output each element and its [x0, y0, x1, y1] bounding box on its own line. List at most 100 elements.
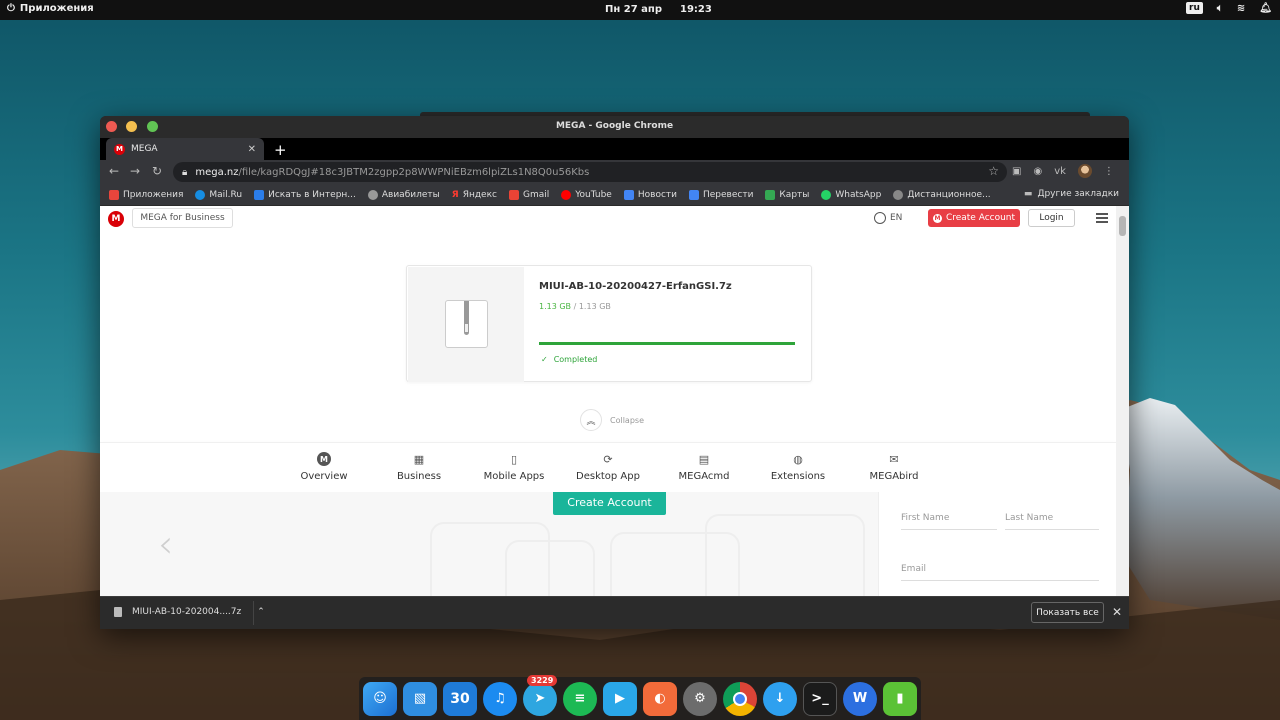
divider — [253, 601, 254, 625]
date-label: Пн 27 апр — [605, 4, 662, 15]
language-selector[interactable]: EN — [874, 212, 902, 224]
email-field[interactable]: Email — [901, 564, 1099, 581]
back-arrow-icon[interactable]: ← — [109, 164, 119, 178]
notes-app-icon[interactable]: ▧ — [403, 681, 437, 716]
forward-arrow-icon[interactable]: → — [130, 164, 140, 178]
double-chevron-up-icon[interactable]: ︽ — [580, 409, 602, 431]
bookmark-translate[interactable]: Перевести — [688, 189, 753, 200]
tab-strip: M MEGA ✕ + — [100, 138, 1129, 160]
feature-megabird[interactable]: ✉ MEGAbird — [849, 452, 939, 483]
keyboard-layout-indicator[interactable]: ru — [1186, 2, 1203, 14]
download-shelf: MIUI-AB-10-202004....7z ⌃ Показать все ✕ — [100, 596, 1129, 629]
scrollbar-thumb[interactable] — [1119, 216, 1126, 236]
photo-icon[interactable]: ◐ — [643, 681, 677, 716]
mega-circle-icon: M — [317, 452, 331, 466]
volume-icon[interactable]: 🔈︎ — [1217, 3, 1223, 14]
tab-close-icon[interactable]: ✕ — [248, 144, 256, 155]
checkmark-icon: ✓ — [541, 355, 548, 364]
sync-icon: ⟳ — [603, 452, 613, 466]
collapse-toggle[interactable]: ︽ Collapse — [580, 409, 644, 431]
bookmark-mailru[interactable]: Mail.Ru — [195, 189, 242, 200]
settings-gear-icon[interactable]: ⚙ — [683, 681, 717, 716]
bookmark-flights[interactable]: Авиабилеты — [367, 189, 440, 200]
bookmark-apps[interactable]: Приложения — [109, 189, 183, 200]
globe-icon — [874, 212, 886, 224]
download-progress-bar — [539, 342, 795, 345]
feature-megacmd[interactable]: ▤ MEGAcmd — [659, 452, 749, 483]
chevron-left-icon[interactable]: ‹ — [158, 522, 173, 566]
login-button[interactable]: Login — [1028, 209, 1075, 227]
bookmark-maps[interactable]: Карты — [765, 189, 809, 200]
first-name-field[interactable]: First Name — [901, 513, 997, 530]
clock[interactable]: Пн 27 апр 19:23 — [605, 4, 712, 15]
extension-vk-icon[interactable]: vk — [1054, 166, 1066, 177]
tab-title: MEGA — [131, 144, 158, 154]
download-item[interactable]: MIUI-AB-10-202004....7z ⌃ — [114, 607, 265, 617]
mega-for-business-button[interactable]: MEGA for Business — [132, 208, 233, 228]
create-account-button[interactable]: M Create Account — [928, 209, 1020, 227]
feature-desktop-app[interactable]: ⟳ Desktop App — [563, 452, 653, 483]
url-path: /file/kagRDQgJ#18c3JBTM2zgpp2p8WWPNiEBzm… — [238, 166, 590, 178]
address-bar[interactable]: 🔒︎ mega.nz/file/kagRDQgJ#18c3JBTM2zgpp2p… — [173, 162, 1007, 182]
calendar-icon[interactable]: 30 — [443, 681, 477, 716]
decor-shape — [505, 540, 595, 596]
bookmark-star-icon[interactable]: ☆ — [988, 164, 999, 178]
mega-page: M MEGA for Business EN M Create Account … — [100, 206, 1116, 596]
more-menu-icon[interactable]: ⋮ — [1104, 166, 1114, 177]
bookmark-yandex[interactable]: Я Яндекс — [452, 190, 497, 200]
video-editor-icon[interactable]: ▶ — [603, 681, 637, 716]
wps-office-icon[interactable]: W — [843, 681, 877, 716]
terminal-icon[interactable]: >_ — [803, 681, 837, 716]
spotify-icon[interactable]: ≡ — [563, 681, 597, 716]
bookmark-news[interactable]: Новости — [623, 189, 677, 200]
search-icon — [254, 189, 265, 200]
hamburger-menu-icon[interactable] — [1096, 213, 1108, 223]
extensions-area: ▣ ◉ vk ⋮ — [1012, 164, 1114, 178]
mega-logo-icon[interactable]: M — [108, 211, 124, 227]
terminal-icon: ▤ — [698, 452, 710, 466]
other-bookmarks[interactable]: ▬ Другие закладки — [1024, 189, 1119, 199]
page-scrollbar[interactable] — [1116, 206, 1129, 596]
feature-business[interactable]: ▦ Business — [374, 452, 464, 483]
finder-icon[interactable]: ☺ — [363, 681, 397, 716]
tab-mega[interactable]: M MEGA ✕ — [106, 138, 264, 160]
feature-extensions[interactable]: ◍ Extensions — [753, 452, 843, 483]
system-top-bar: ⏻ Приложения Пн 27 апр 19:23 ru 🔈︎ ≋ 🔔︎ — [0, 0, 1280, 20]
bookmark-search[interactable]: Искать в Интерн... — [254, 189, 356, 200]
dock: ☺ ▧ 30 ♫ 3229 ➤ ≡ ▶ ◐ ⚙ ↓ >_ W ▮ — [359, 674, 921, 720]
maps-icon — [765, 189, 776, 200]
create-account-cta-button[interactable]: Create Account — [553, 492, 666, 515]
last-name-field[interactable]: Last Name — [1005, 513, 1099, 530]
download-manager-icon[interactable]: ↓ — [763, 681, 797, 716]
bookmark-distance[interactable]: Дистанционное... — [893, 189, 991, 200]
file-name: MIUI-AB-10-20200427-ErfanGSI.7z — [539, 281, 732, 292]
notification-bell-icon[interactable]: 🔔︎ — [1259, 3, 1272, 14]
news-icon — [623, 189, 634, 200]
time-label: 19:23 — [679, 4, 712, 15]
file-thumbnail — [408, 267, 524, 382]
extension-camera-icon[interactable]: ◉ — [1033, 166, 1042, 177]
apps-menu[interactable]: ⏻ Приложения — [7, 3, 94, 14]
bookmark-gmail[interactable]: Gmail — [508, 189, 549, 200]
chrome-icon[interactable] — [723, 681, 757, 716]
archive-manager-icon[interactable]: ▮ — [883, 681, 917, 716]
notification-badge: 3229 — [527, 674, 558, 686]
yandex-icon: Я — [451, 189, 459, 200]
new-tab-button[interactable]: + — [274, 141, 287, 159]
show-all-downloads-button[interactable]: Показать все — [1031, 602, 1104, 623]
profile-avatar[interactable] — [1077, 164, 1092, 178]
extension-cast-icon[interactable]: ▣ — [1012, 166, 1021, 177]
bookmark-youtube[interactable]: YouTube — [561, 189, 612, 200]
collapse-label: Collapse — [610, 415, 644, 425]
feature-mobile-apps[interactable]: ▯ Mobile Apps — [469, 452, 559, 483]
youtube-icon — [561, 189, 572, 200]
chevron-up-icon[interactable]: ⌃ — [257, 607, 265, 617]
music-icon[interactable]: ♫ — [483, 681, 517, 716]
reload-icon[interactable]: ↻ — [152, 164, 162, 178]
feature-overview[interactable]: M Overview — [279, 452, 369, 482]
wifi-icon[interactable]: ≋ — [1237, 3, 1245, 14]
mega-favicon-icon: M — [114, 143, 125, 155]
close-shelf-icon[interactable]: ✕ — [1112, 605, 1122, 619]
telegram-icon[interactable]: 3229 ➤ — [523, 674, 558, 716]
bookmark-whatsapp[interactable]: WhatsApp — [821, 189, 881, 200]
